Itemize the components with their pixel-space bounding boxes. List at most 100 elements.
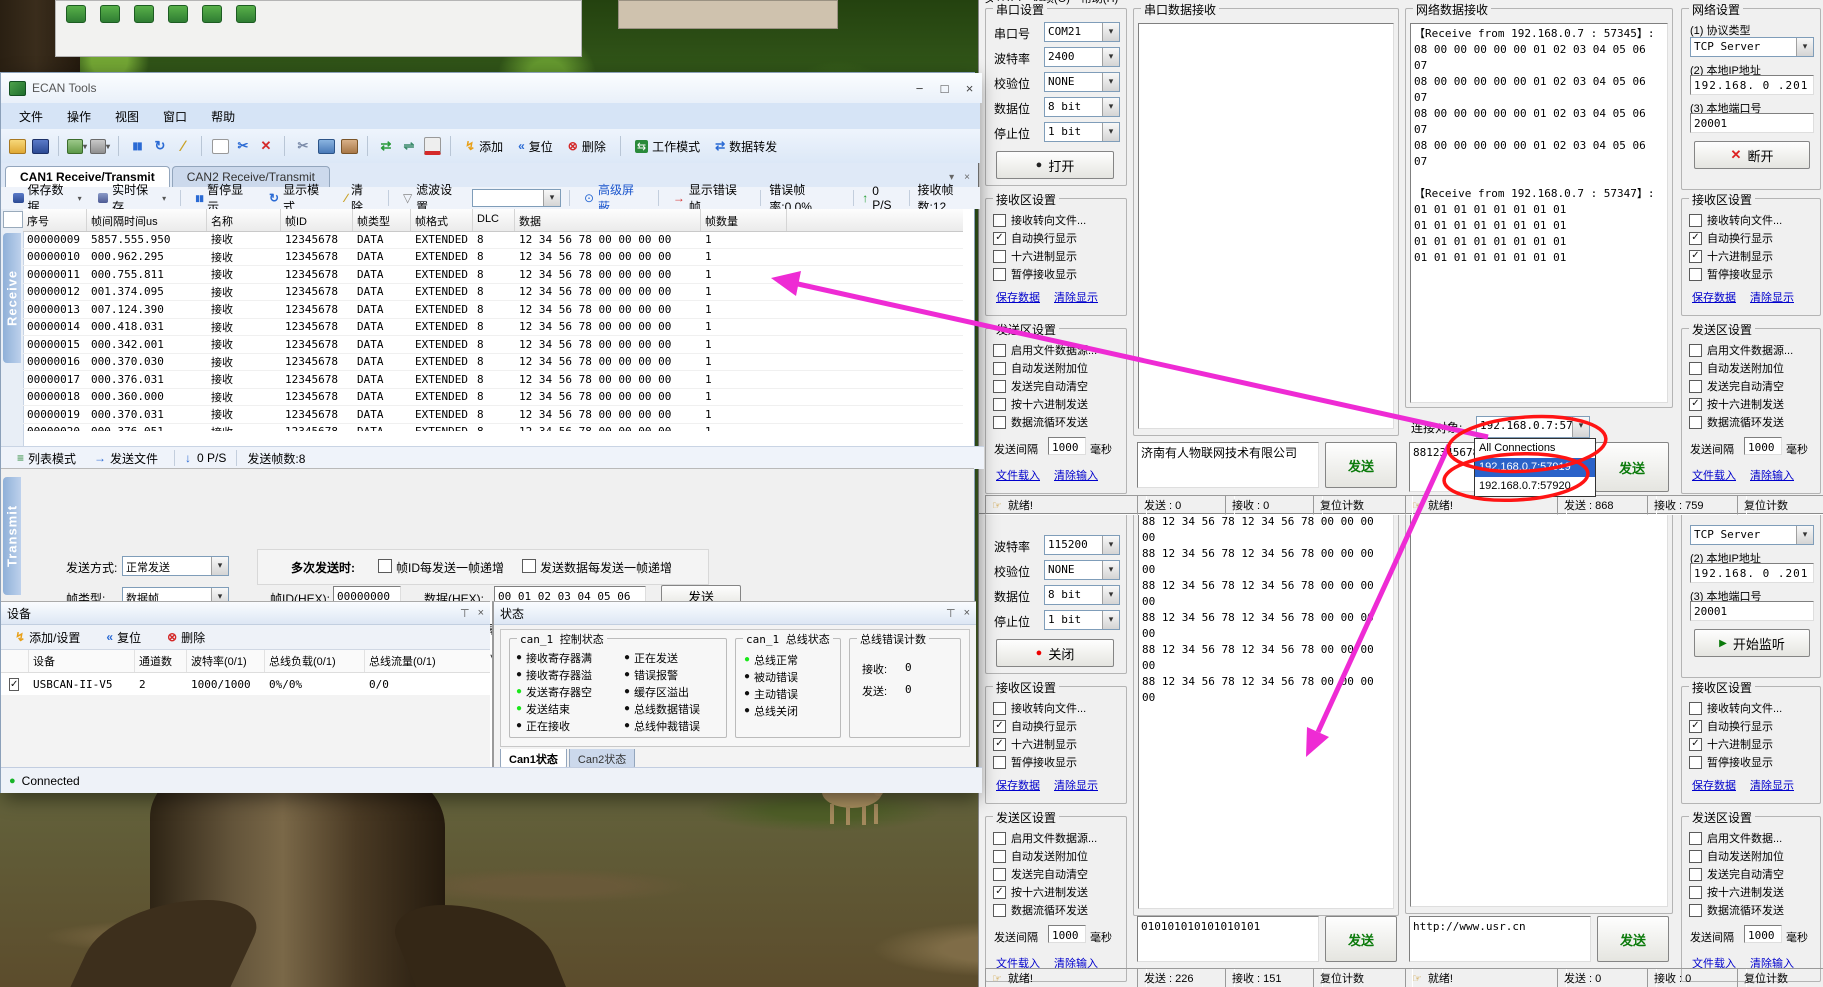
col-busflow[interactable]: 总线流量(0/1) [365, 650, 475, 672]
col-baud[interactable]: 波特率(0/1) [187, 650, 265, 672]
send-interval-input[interactable]: 1000 [1744, 437, 1782, 455]
transmit-vertical-tab[interactable]: Transmit [3, 477, 21, 595]
checkbox[interactable]: ✓ [1689, 250, 1702, 263]
serial-send-input[interactable]: 济南有人物联网技术有限公司 [1137, 442, 1319, 488]
chevron-down-icon[interactable]: ▾ [1102, 561, 1119, 579]
checkbox[interactable] [993, 268, 1006, 281]
checkbox[interactable] [993, 850, 1006, 863]
chevron-down-icon[interactable]: ▾ [543, 190, 560, 206]
chevron-down-icon[interactable]: ▾ [1796, 526, 1813, 544]
menu-window[interactable]: 窗口 [151, 105, 199, 128]
checkbox[interactable] [1689, 756, 1702, 769]
col-channels[interactable]: 通道数 [135, 650, 187, 672]
checkbox[interactable] [993, 398, 1006, 411]
serial-rx-textarea[interactable]: 88 12 34 56 78 12 34 56 78 00 00 00 00 8… [1138, 511, 1394, 909]
checkbox-option[interactable]: ✓按十六进制发送 [986, 883, 1126, 901]
chevron-down-icon[interactable]: ▾ [1102, 536, 1119, 554]
menu-view[interactable]: 视图 [103, 105, 151, 128]
refresh-icon[interactable]: ↻ [150, 136, 170, 156]
table-row[interactable]: 00000012001.374.095接收12345678DATAEXTENDE… [23, 284, 963, 302]
table-row[interactable]: 00000015000.342.001接收12345678DATAEXTENDE… [23, 336, 963, 354]
table-row[interactable]: 000000095857.555.950接收12345678DATAEXTEND… [23, 231, 963, 249]
parity-combo[interactable]: NONE▾ [1044, 72, 1120, 92]
net-send-button[interactable]: 发送 [1595, 442, 1669, 492]
panel-icon[interactable] [422, 136, 442, 156]
loop-icon[interactable]: ⇄ [376, 136, 396, 156]
checkbox[interactable] [1689, 702, 1702, 715]
local-port-input[interactable]: 20001 [1690, 601, 1814, 621]
baud-combo[interactable]: 115200▾ [1044, 535, 1120, 555]
table-header-cell[interactable]: 帧ID [281, 209, 353, 231]
reset-count-button[interactable]: 复位计数 [1313, 495, 1413, 515]
table-header[interactable]: 序号帧间隔时间us名称帧ID帧类型帧格式DLC数据帧数量 [23, 209, 963, 232]
chevron-down-icon[interactable]: ▾ [1796, 38, 1813, 56]
send-mode-combo[interactable]: 正常发送▾ [122, 556, 229, 576]
table-header-cell[interactable]: DLC [473, 209, 515, 231]
checkbox-option[interactable]: 数据流循环发送 [1682, 901, 1820, 919]
checkbox[interactable] [993, 832, 1006, 845]
close-panel-icon[interactable]: × [964, 607, 970, 620]
table-row[interactable]: 00000010000.962.295接收12345678DATAEXTENDE… [23, 249, 963, 267]
pause-icon[interactable]: ▮▮ [127, 136, 147, 156]
checkbox-option[interactable]: 按十六进制发送 [1682, 883, 1820, 901]
checkbox-option[interactable]: 数据流循环发送 [986, 901, 1126, 919]
checkbox-option[interactable]: ✓十六进制显示 [986, 735, 1126, 753]
tools-icon[interactable]: ✂ [233, 136, 253, 156]
send-interval-input[interactable]: 1000 [1048, 925, 1086, 943]
checkbox[interactable] [993, 868, 1006, 881]
action-link[interactable]: 清除显示 [1054, 289, 1098, 305]
checkbox[interactable] [993, 344, 1006, 357]
reset-device-button[interactable]: «复位 [512, 138, 559, 155]
pin-icon[interactable]: ⊤ [460, 607, 470, 620]
checkbox[interactable] [1689, 886, 1702, 899]
device-row[interactable]: ✓ USBCAN-II-V5 2 1000/1000 0%/0% 0/0 [1, 673, 490, 695]
checkbox[interactable] [993, 250, 1006, 263]
device-reset-button[interactable]: «复位 [100, 629, 147, 646]
menu-file[interactable]: 文件 [7, 105, 55, 128]
action-link[interactable]: 清除显示 [1054, 777, 1098, 793]
chevron-down-icon[interactable]: ▾ [1102, 123, 1119, 141]
checkbox-option[interactable]: 自动发送附加位 [1682, 359, 1820, 377]
maximize-button[interactable]: □ [932, 77, 957, 99]
net-rx-textarea[interactable]: 【Receive from 192.168.0.7 : 57345】: 08 0… [1410, 23, 1668, 403]
checkbox-option[interactable]: ✓十六进制显示 [1682, 247, 1820, 265]
checkbox[interactable] [1689, 380, 1702, 393]
table-header-cell[interactable]: 帧数量 [701, 209, 787, 231]
com-combo[interactable]: COM21▾ [1044, 22, 1120, 42]
checkbox[interactable] [1689, 832, 1702, 845]
checkbox-option[interactable]: ✓自动换行显示 [1682, 717, 1820, 735]
connection-dropdown-list[interactable]: All Connections192.168.0.7:57919192.168.… [1474, 438, 1596, 497]
checkbox-option[interactable]: ✓自动换行显示 [986, 717, 1126, 735]
connection-option[interactable]: 192.168.0.7:57920 [1475, 477, 1595, 496]
checkbox-option[interactable]: 发送完自动清空 [986, 865, 1126, 883]
checkbox[interactable] [1689, 268, 1702, 281]
checkbox[interactable] [993, 756, 1006, 769]
checkbox-option[interactable]: ✓自动换行显示 [986, 229, 1126, 247]
checkbox-option[interactable]: 十六进制显示 [986, 247, 1126, 265]
action-link[interactable]: 文件载入 [996, 467, 1040, 483]
action-link[interactable]: 保存数据 [996, 289, 1040, 305]
checkbox[interactable] [993, 416, 1006, 429]
send-interval-input[interactable]: 1000 [1744, 925, 1782, 943]
chevron-down-icon[interactable]: ▾ [1102, 98, 1119, 116]
checkbox[interactable] [993, 362, 1006, 375]
serial-send-button[interactable]: 发送 [1325, 442, 1397, 488]
col-busload[interactable]: 总线负载(0/1) [265, 650, 365, 672]
close-panel-icon[interactable]: × [478, 607, 484, 620]
baud-combo[interactable]: 2400▾ [1044, 47, 1120, 67]
collapse-box[interactable] [3, 211, 23, 228]
checkbox-option[interactable]: 启用文件数据... [1682, 829, 1820, 847]
checkbox-option[interactable]: 按十六进制发送 [986, 395, 1126, 413]
stopbits-combo[interactable]: 1 bit▾ [1044, 122, 1120, 142]
table-header-cell[interactable]: 帧类型 [353, 209, 411, 231]
inc-id-checkbox[interactable] [378, 559, 392, 573]
table-row[interactable]: 00000013007.124.390接收12345678DATAEXTENDE… [23, 301, 963, 319]
checkbox-option[interactable]: 发送完自动清空 [1682, 865, 1820, 883]
checkbox-option[interactable]: ✓十六进制显示 [1682, 735, 1820, 753]
col-device[interactable]: 设备 [29, 650, 135, 672]
checkbox-option[interactable]: ✓按十六进制发送 [1682, 395, 1820, 413]
add-device-button[interactable]: ↯添加 [459, 138, 509, 155]
table-header-cell[interactable]: 帧间隔时间us [87, 209, 207, 231]
checkbox-option[interactable]: 启用文件数据源... [986, 341, 1126, 359]
checkbox[interactable] [1689, 416, 1702, 429]
